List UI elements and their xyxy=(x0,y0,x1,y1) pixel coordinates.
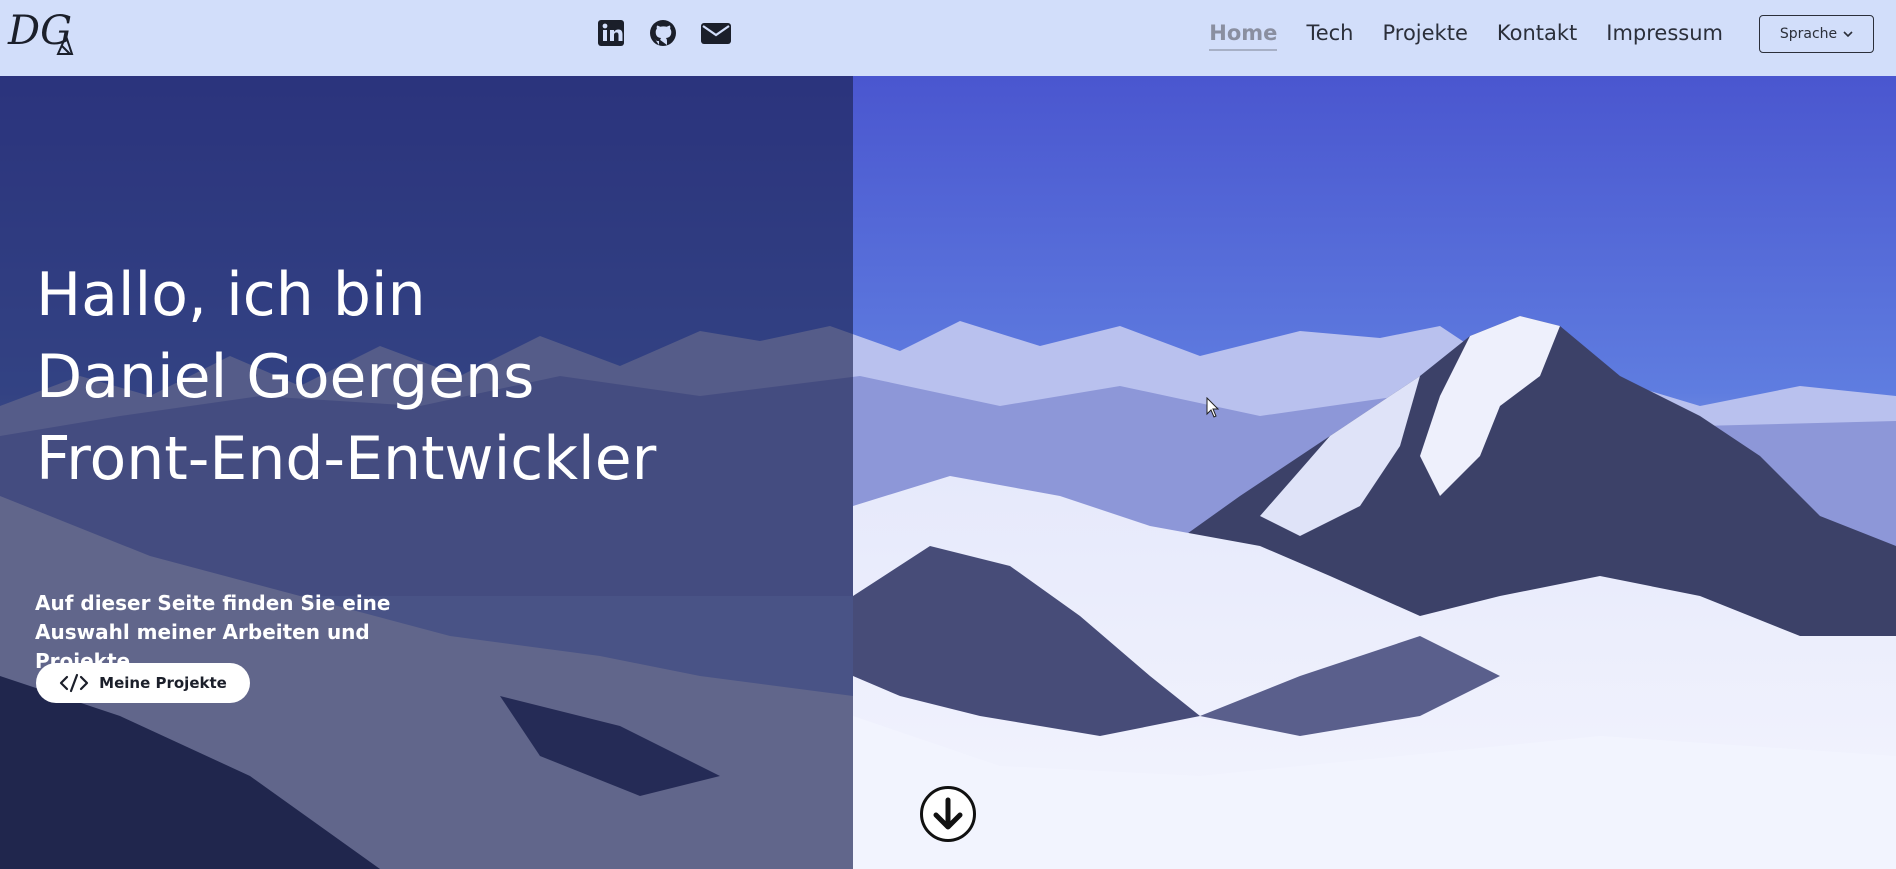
language-label: Sprache xyxy=(1779,26,1838,42)
nav-projekte[interactable]: Projekte xyxy=(1382,21,1467,49)
my-projects-button[interactable]: Meine Projekte xyxy=(36,663,250,703)
social-links xyxy=(596,18,731,48)
code-icon xyxy=(60,673,89,693)
hero-section: Hallo, ich bin Daniel Goergens Front-End… xyxy=(0,76,1896,869)
nav-tech[interactable]: Tech xyxy=(1306,21,1353,49)
linkedin-icon[interactable] xyxy=(596,18,626,48)
my-projects-label: Meine Projekte xyxy=(99,674,227,692)
envelope-icon[interactable] xyxy=(700,18,731,48)
nav-home[interactable]: Home xyxy=(1209,21,1278,51)
navbar: DG Home Tech Projekte Kontakt Impressum … xyxy=(0,0,1896,76)
hero-title-line-2: Daniel Goergens xyxy=(36,342,535,412)
site-logo[interactable]: DG xyxy=(6,6,76,62)
mouse-cursor-icon xyxy=(1206,397,1220,418)
hero-title-line-1: Hallo, ich bin xyxy=(36,260,426,330)
language-dropdown[interactable]: Sprache xyxy=(1759,15,1874,53)
chevron-down-icon xyxy=(1843,31,1853,38)
hero-title-line-3: Front-End-Entwickler xyxy=(36,424,657,494)
nav-kontakt[interactable]: Kontakt xyxy=(1497,21,1577,49)
hero-title: Hallo, ich bin Daniel Goergens Front-End… xyxy=(36,254,656,500)
nav-impressum[interactable]: Impressum xyxy=(1606,21,1723,49)
main-nav: Home Tech Projekte Kontakt Impressum xyxy=(1209,0,1723,70)
scroll-down-button[interactable] xyxy=(920,786,976,842)
arrow-down-icon xyxy=(933,797,963,830)
github-icon[interactable] xyxy=(648,18,678,48)
